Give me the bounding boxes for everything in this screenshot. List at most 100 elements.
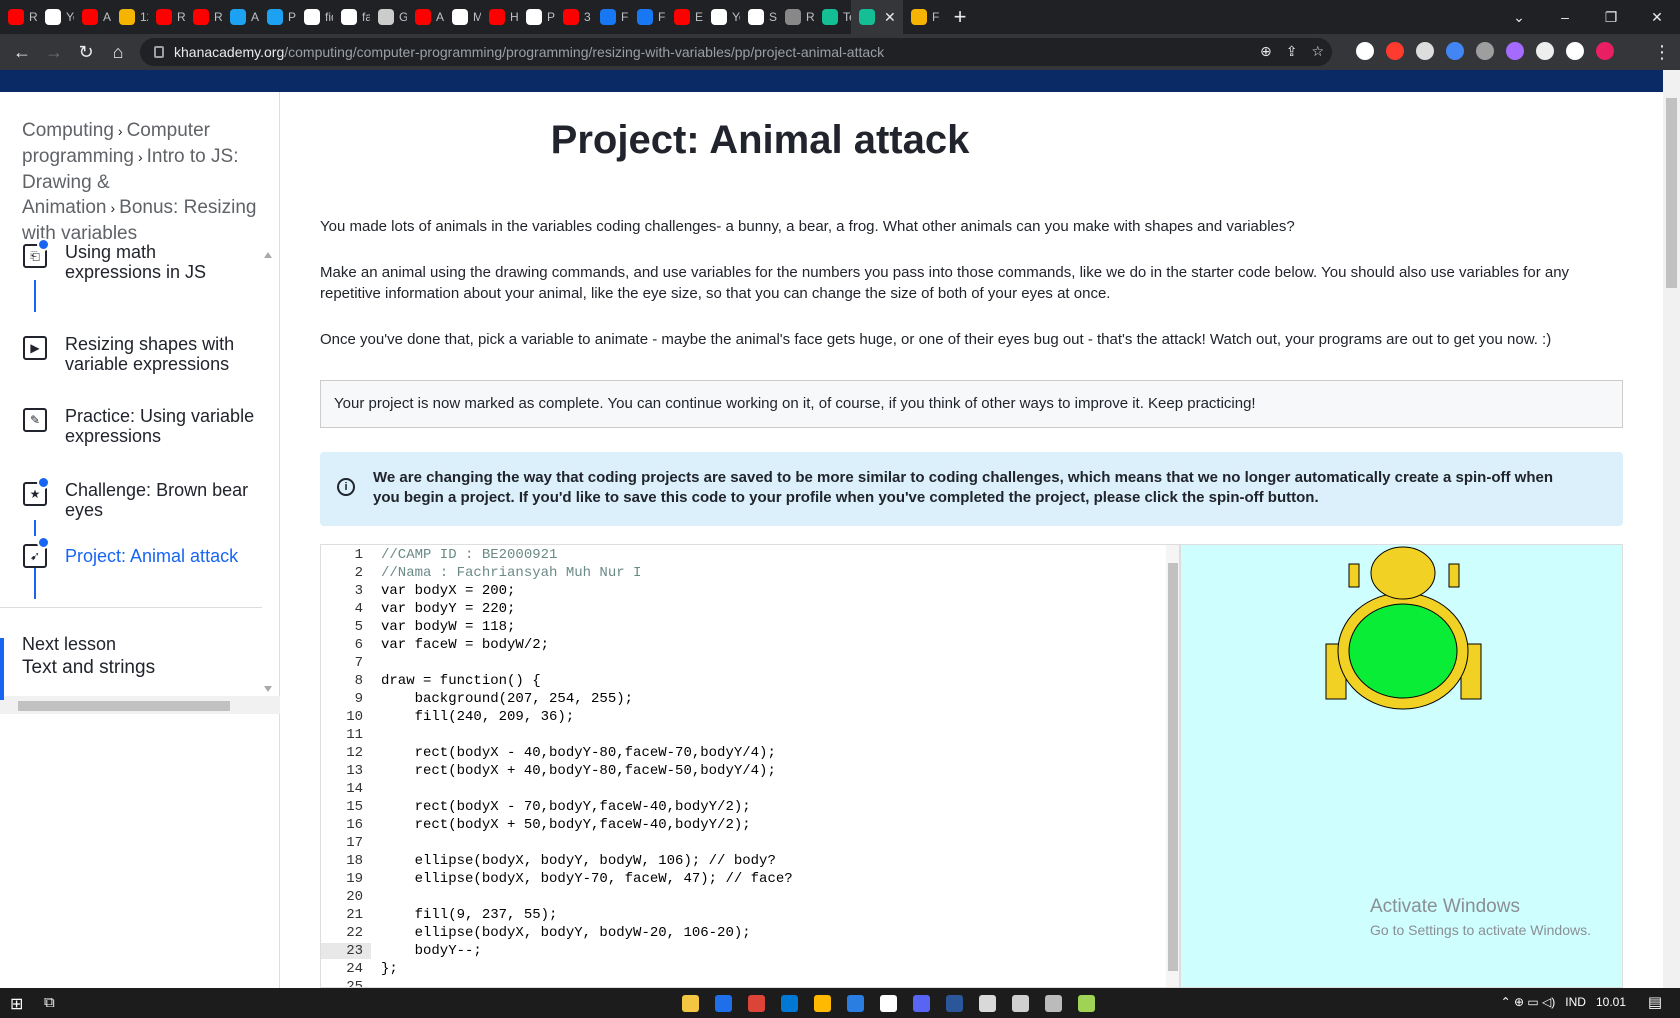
minimize-icon[interactable]: – [1542, 0, 1588, 34]
browser-tab[interactable]: Go [370, 0, 407, 34]
sidebar-item[interactable]: Using math expressions in JS ⎗ [0, 238, 262, 316]
tray-icons[interactable]: ⌃ ⊕ ▭ ◁) [1501, 995, 1556, 1009]
edge-icon[interactable] [781, 995, 798, 1012]
task-view-icon[interactable]: ⧉ [44, 994, 55, 1011]
extension-icon[interactable] [1566, 42, 1584, 60]
forward-icon[interactable]: → [38, 42, 70, 63]
browser-tab[interactable]: fiq [296, 0, 333, 34]
breadcrumb-link[interactable]: Computing [22, 120, 114, 141]
breadcrumb-separator-icon: › [137, 149, 143, 165]
next-lesson[interactable]: Next lesson Text and strings [22, 632, 155, 680]
steam-icon[interactable] [880, 995, 897, 1012]
browser-tab[interactable]: Enc [666, 0, 703, 34]
windows-taskbar: ⊞ ⧉ ⌃ ⊕ ▭ ◁) IND 10.01 ▤ [0, 988, 1680, 1018]
browser-tab[interactable]: Me [444, 0, 481, 34]
extension-icon[interactable] [1356, 42, 1374, 60]
calculator-icon[interactable] [1045, 995, 1062, 1012]
sidebar-scrollbar[interactable] [264, 252, 272, 692]
browser-tab[interactable]: Ho [481, 0, 518, 34]
next-lesson-title: Text and strings [22, 657, 156, 678]
menu-icon[interactable]: ⋮ [1646, 42, 1678, 63]
start-icon[interactable]: ⊞ [10, 994, 23, 1014]
tab-title: Sig [769, 10, 777, 24]
browser-tab[interactable]: Re [148, 0, 185, 34]
app-icon[interactable] [1012, 995, 1029, 1012]
code-line: var bodyX = 200; [381, 583, 516, 599]
browser-tab[interactable]: Fac [629, 0, 666, 34]
clock[interactable]: 10.01 [1596, 995, 1626, 1009]
browser-tab[interactable]: Ap [222, 0, 259, 34]
new-tab-button[interactable]: + [940, 4, 980, 30]
tab-title: 3 C [584, 10, 592, 24]
line-number: 2 [354, 565, 363, 581]
back-icon[interactable]: ← [6, 42, 38, 63]
code-editor[interactable]: 1 2 3 4 5 6 7 8 9 10 11 12 13 14 15 16 17 18 19 20 21 22 23 24 2… [320, 544, 1180, 988]
file-explorer-icon[interactable] [682, 995, 699, 1012]
close-window-icon[interactable]: ✕ [1634, 0, 1680, 34]
url-omnibox[interactable]: khanacademy.org/computing/computer-progr… [140, 38, 1332, 66]
tab-title: Enc [695, 10, 703, 24]
code-line: //Nama : Fachriansyah Muh Nur I [381, 565, 642, 581]
extension-icon[interactable] [1446, 42, 1464, 60]
browser-tab[interactable]: fac [333, 0, 370, 34]
code-line: fill(9, 237, 55); [381, 907, 558, 923]
discord-icon[interactable] [913, 995, 930, 1012]
page-scrollbar[interactable] [1663, 70, 1680, 988]
tab-favicon-icon [45, 9, 61, 25]
browser-tab[interactable]: Prc [518, 0, 555, 34]
notifications-icon[interactable]: ▤ [1648, 993, 1662, 1011]
language-indicator[interactable]: IND [1565, 995, 1586, 1009]
browser-tab[interactable]: Ak [74, 0, 111, 34]
reload-icon[interactable]: ↻ [70, 42, 102, 63]
browser-tab-active[interactable]: ✕ [851, 0, 903, 34]
app-icon[interactable] [814, 995, 831, 1012]
code-line: bodyY--; [381, 943, 482, 959]
vscode-icon[interactable] [847, 995, 864, 1012]
system-tray: ⌃ ⊕ ▭ ◁) IND 10.01 [1501, 995, 1626, 1009]
browser-tab[interactable]: Re [185, 0, 222, 34]
address-bar: ← → ↻ ⌂ khanacademy.org/computing/comput… [0, 34, 1680, 70]
browser-tab[interactable]: Sig [740, 0, 777, 34]
extension-icon[interactable] [1596, 42, 1614, 60]
tab-title: Re [177, 10, 185, 24]
photoshop-icon[interactable] [715, 995, 732, 1012]
chrome-icon[interactable] [748, 995, 765, 1012]
tab-title: Fac [932, 10, 940, 24]
sidebar-item[interactable]: Resizing shapes with variable expression… [0, 334, 262, 408]
browser-tab[interactable]: Re [0, 0, 37, 34]
home-icon[interactable]: ⌂ [102, 42, 134, 63]
app-icon[interactable] [979, 995, 996, 1012]
bookmark-star-icon[interactable]: ☆ [1311, 43, 1324, 60]
browser-tab[interactable]: You [37, 0, 74, 34]
extension-icon[interactable] [1536, 42, 1554, 60]
close-tab-icon[interactable]: ✕ [884, 9, 896, 26]
extension-icon[interactable] [1386, 42, 1404, 60]
intro-paragraph-1: You made lots of animals in the variable… [320, 218, 1295, 235]
browser-tab[interactable]: You [703, 0, 740, 34]
share-icon[interactable]: ⇪ [1286, 43, 1298, 60]
extension-icon[interactable] [1416, 42, 1434, 60]
restore-icon[interactable]: ❐ [1588, 0, 1634, 34]
sidebar-item[interactable]: Practice: Using variable expressions ✎ [0, 406, 262, 480]
sidebar-horizontal-scrollbar[interactable] [0, 696, 280, 714]
extension-icon[interactable] [1476, 42, 1494, 60]
zoom-icon[interactable]: ⊕ [1260, 43, 1272, 60]
browser-tab[interactable]: Fac [903, 0, 940, 34]
browser-tab[interactable]: 3 C [555, 0, 592, 34]
browser-tab[interactable]: 12 [111, 0, 148, 34]
browser-tab[interactable]: Att [407, 0, 444, 34]
browser-tab[interactable]: Ter [814, 0, 851, 34]
app-icon[interactable] [1078, 995, 1095, 1012]
word-icon[interactable] [946, 995, 963, 1012]
browser-tab[interactable]: Fac [592, 0, 629, 34]
sidebar-item[interactable]: Project: Animal attack ➹ [0, 532, 262, 606]
browser-tab[interactable]: Prc [259, 0, 296, 34]
page-title: Project: Animal attack [550, 118, 970, 162]
extension-icon[interactable] [1506, 42, 1524, 60]
sidebar-hscroll-thumb[interactable] [18, 701, 230, 711]
page-scrollbar-thumb[interactable] [1666, 98, 1677, 288]
tab-search-icon[interactable]: ⌄ [1496, 0, 1542, 34]
editor-scrollbar-thumb[interactable] [1168, 563, 1178, 971]
browser-tab[interactable]: Ru [777, 0, 814, 34]
editor-scrollbar[interactable] [1166, 545, 1179, 987]
